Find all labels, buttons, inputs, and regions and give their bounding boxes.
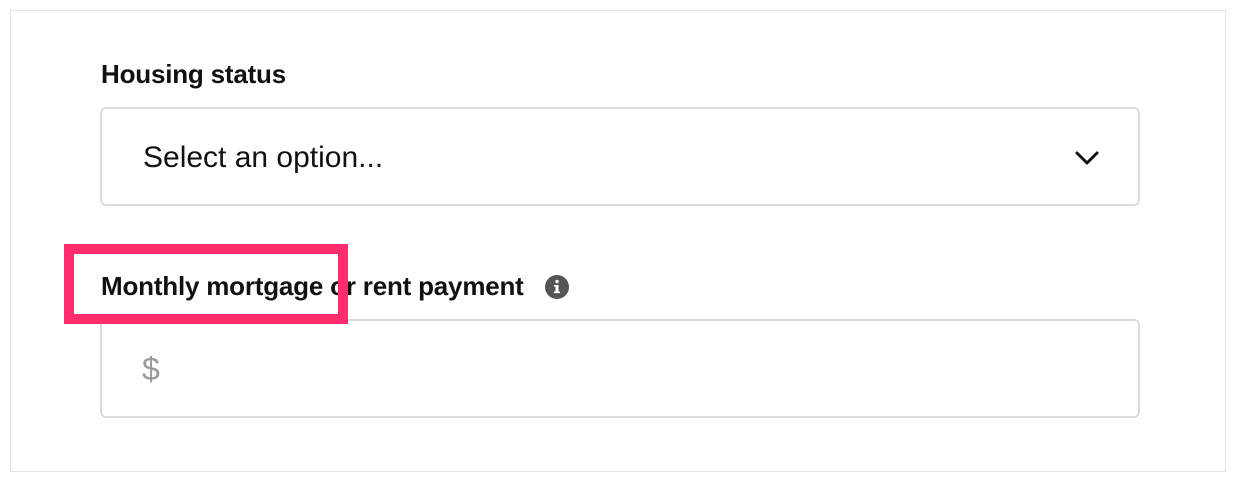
- housing-status-label: Housing status: [101, 59, 286, 89]
- housing-status-selected-value: Select an option...: [143, 141, 384, 174]
- housing-status-select[interactable]: Select an option...: [100, 107, 1140, 206]
- chevron-down-icon: [1075, 151, 1099, 165]
- info-icon[interactable]: [544, 274, 570, 300]
- monthly-payment-label: Monthly mortgage or rent payment: [101, 271, 524, 301]
- currency-prefix: $: [142, 351, 160, 387]
- monthly-payment-label-row: Monthly mortgage or rent payment: [101, 271, 570, 302]
- monthly-payment-input[interactable]: $: [100, 319, 1140, 418]
